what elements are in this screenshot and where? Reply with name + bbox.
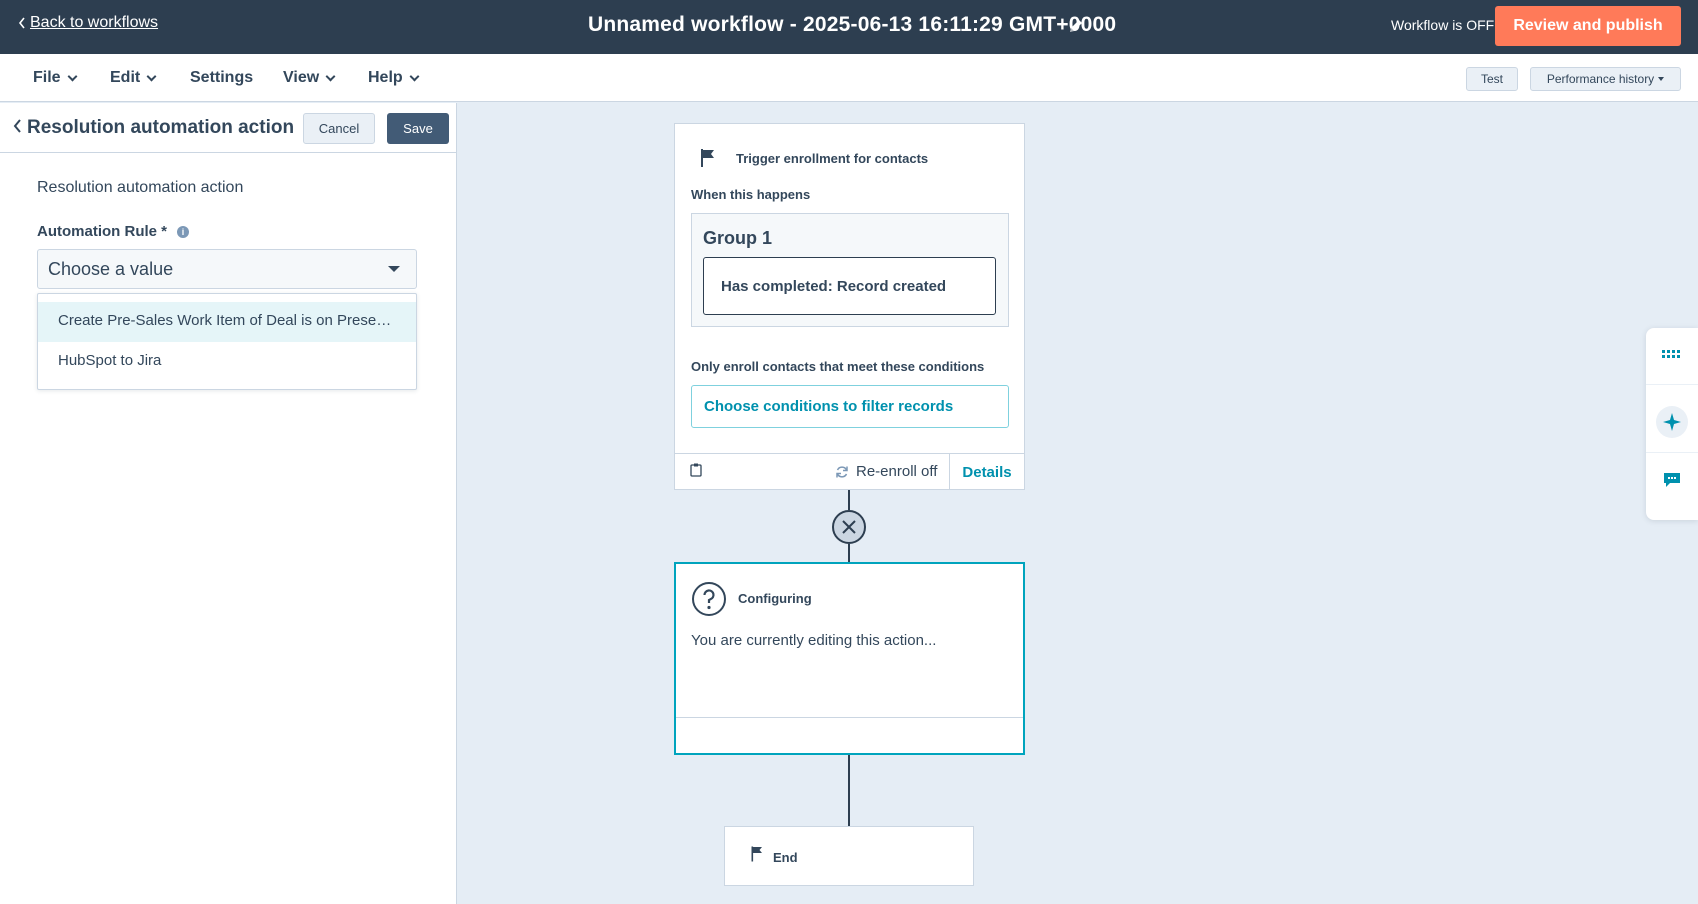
flag-icon (701, 149, 714, 167)
review-and-publish-button[interactable]: Review and publish (1495, 6, 1681, 46)
only-enroll-label: Only enroll contacts that meet these con… (691, 359, 985, 374)
top-bar: Back to workflows Unnamed workflow - 202… (0, 0, 1698, 54)
menu-edit-label: Edit (110, 69, 141, 86)
dropdown-option[interactable]: Create Pre-Sales Work Item of Deal is on… (38, 302, 416, 342)
caret-down-icon (1658, 77, 1665, 81)
filter-criteria[interactable]: Has completed: Record created (703, 257, 996, 315)
workflow-status: Workflow is OFF (1391, 17, 1495, 33)
pencil-icon[interactable] (1066, 16, 1086, 36)
chevron-down-icon (67, 71, 78, 81)
caret-down-icon (388, 266, 400, 272)
rail-divider (1646, 452, 1698, 453)
select-placeholder: Choose a value (48, 259, 174, 279)
question-icon (692, 582, 726, 616)
card-divider (676, 717, 1023, 718)
info-icon[interactable]: i (177, 225, 189, 238)
menu-file-label: File (33, 69, 61, 86)
end-label: End (773, 850, 798, 865)
re-enroll-label: Re-enroll off (856, 463, 938, 480)
details-link[interactable]: Details (949, 454, 1024, 490)
rail-divider (1646, 384, 1698, 385)
performance-history-button[interactable]: Performance history (1530, 67, 1681, 91)
chevron-down-icon (409, 71, 420, 81)
choose-conditions-button[interactable]: Choose conditions to filter records (691, 385, 1009, 428)
configuring-title: Configuring (738, 591, 812, 606)
re-enroll-toggle[interactable]: Re-enroll off (835, 463, 937, 480)
menu-help-label: Help (368, 69, 403, 86)
right-side-rail (1646, 328, 1698, 520)
remove-action-button[interactable] (832, 510, 866, 544)
menu-bar: File Edit Settings View Help (0, 54, 1698, 102)
filter-group: Group 1 Has completed: Record created (691, 213, 1009, 327)
configuring-action-card[interactable]: Configuring You are currently editing th… (674, 562, 1025, 755)
when-label: When this happens (691, 187, 811, 202)
back-to-workflows-label: Back to workflows (30, 14, 159, 31)
action-config-panel: Resolution automation action Cancel Save… (0, 103, 457, 904)
save-button[interactable]: Save (387, 113, 449, 144)
automation-rule-label-text: Automation Rule * (37, 223, 167, 240)
menu-help[interactable]: Help (368, 69, 420, 87)
menu-edit[interactable]: Edit (110, 69, 157, 87)
menu-view-label: View (283, 69, 320, 86)
automation-rule-select[interactable]: Choose a value (37, 249, 417, 289)
chat-icon[interactable] (1660, 468, 1684, 492)
connector-line (848, 755, 850, 826)
menu-view[interactable]: View (283, 69, 336, 87)
trigger-card-footer: Re-enroll off Details (675, 453, 1024, 490)
grid-dots-icon[interactable] (1660, 342, 1684, 366)
chevron-down-icon (325, 71, 336, 81)
connector-line (848, 544, 850, 562)
chevron-left-icon (18, 17, 25, 29)
flag-icon (751, 846, 762, 862)
close-icon (842, 520, 856, 534)
menu-settings-label: Settings (190, 69, 254, 86)
group-title: Group 1 (703, 228, 773, 248)
clipboard-icon[interactable] (690, 463, 702, 477)
end-card: End (724, 826, 974, 886)
chevron-down-icon (146, 71, 157, 81)
dropdown-option[interactable]: HubSpot to Jira (38, 342, 416, 382)
connector-line (848, 490, 850, 510)
trigger-card[interactable]: Trigger enrollment for contacts When thi… (674, 123, 1025, 490)
automation-rule-dropdown: Create Pre-Sales Work Item of Deal is on… (37, 293, 417, 390)
section-label: Resolution automation action (37, 179, 244, 196)
trigger-title: Trigger enrollment for contacts (736, 151, 929, 166)
menu-file[interactable]: File (33, 69, 78, 87)
menu-settings[interactable]: Settings (190, 69, 253, 87)
configuring-text: You are currently editing this action... (691, 632, 937, 649)
performance-history-label: Performance history (1546, 72, 1655, 86)
workflow-title[interactable]: Unnamed workflow - 2025-06-13 16:11:29 G… (588, 13, 1116, 37)
refresh-icon (836, 465, 848, 478)
cancel-button[interactable]: Cancel (303, 113, 375, 144)
panel-title: Resolution automation action (27, 117, 295, 138)
sparkle-icon[interactable] (1660, 410, 1684, 434)
test-button[interactable]: Test (1466, 67, 1518, 91)
panel-header: Resolution automation action Cancel Save (0, 103, 457, 153)
back-to-workflows-link[interactable]: Back to workflows (18, 14, 158, 32)
chevron-left-icon[interactable] (12, 119, 24, 133)
automation-rule-label: Automation Rule * i (37, 223, 189, 240)
